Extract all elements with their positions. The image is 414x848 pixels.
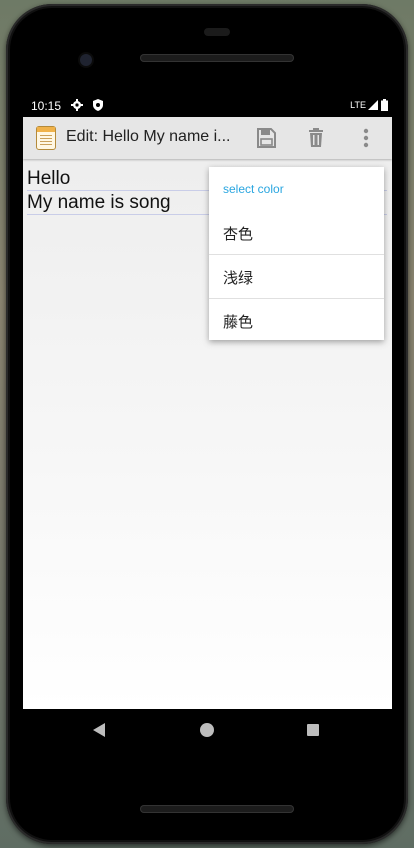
network-label: LTE (350, 100, 366, 110)
back-icon[interactable] (93, 723, 105, 737)
navigation-bar (23, 709, 392, 753)
save-icon[interactable] (254, 126, 278, 150)
home-icon[interactable] (200, 723, 214, 737)
color-option-label: 浅绿 (223, 269, 254, 287)
color-option[interactable]: 杏色 (209, 211, 384, 254)
color-menu-title: select color (223, 182, 284, 196)
screen: 10:15 LTE Edit: Hello My name i... Hello… (23, 95, 392, 709)
bottom-speaker (140, 805, 294, 813)
app-bar: Edit: Hello My name i... (23, 117, 392, 159)
earpiece (204, 28, 230, 36)
color-menu: select color 杏色 浅绿 藤色 (209, 167, 384, 340)
signal-icon (368, 100, 378, 110)
delete-icon[interactable] (304, 126, 328, 150)
recent-apps-icon[interactable] (307, 724, 319, 736)
settings-gear-icon (71, 99, 83, 111)
color-option[interactable]: 浅绿 (209, 255, 384, 298)
page-title: Edit: Hello My name i... (66, 128, 231, 145)
overflow-menu-icon[interactable] (354, 126, 378, 150)
notepad-icon (36, 126, 56, 150)
color-option-label: 杏色 (223, 225, 254, 243)
battery-icon (381, 99, 388, 111)
status-bar: 10:15 LTE (23, 95, 392, 117)
top-speaker (140, 54, 294, 62)
shield-icon (93, 99, 103, 111)
color-option[interactable]: 藤色 (209, 299, 384, 342)
front-camera (80, 54, 92, 66)
status-time: 10:15 (31, 99, 62, 113)
color-option-label: 藤色 (223, 313, 254, 331)
